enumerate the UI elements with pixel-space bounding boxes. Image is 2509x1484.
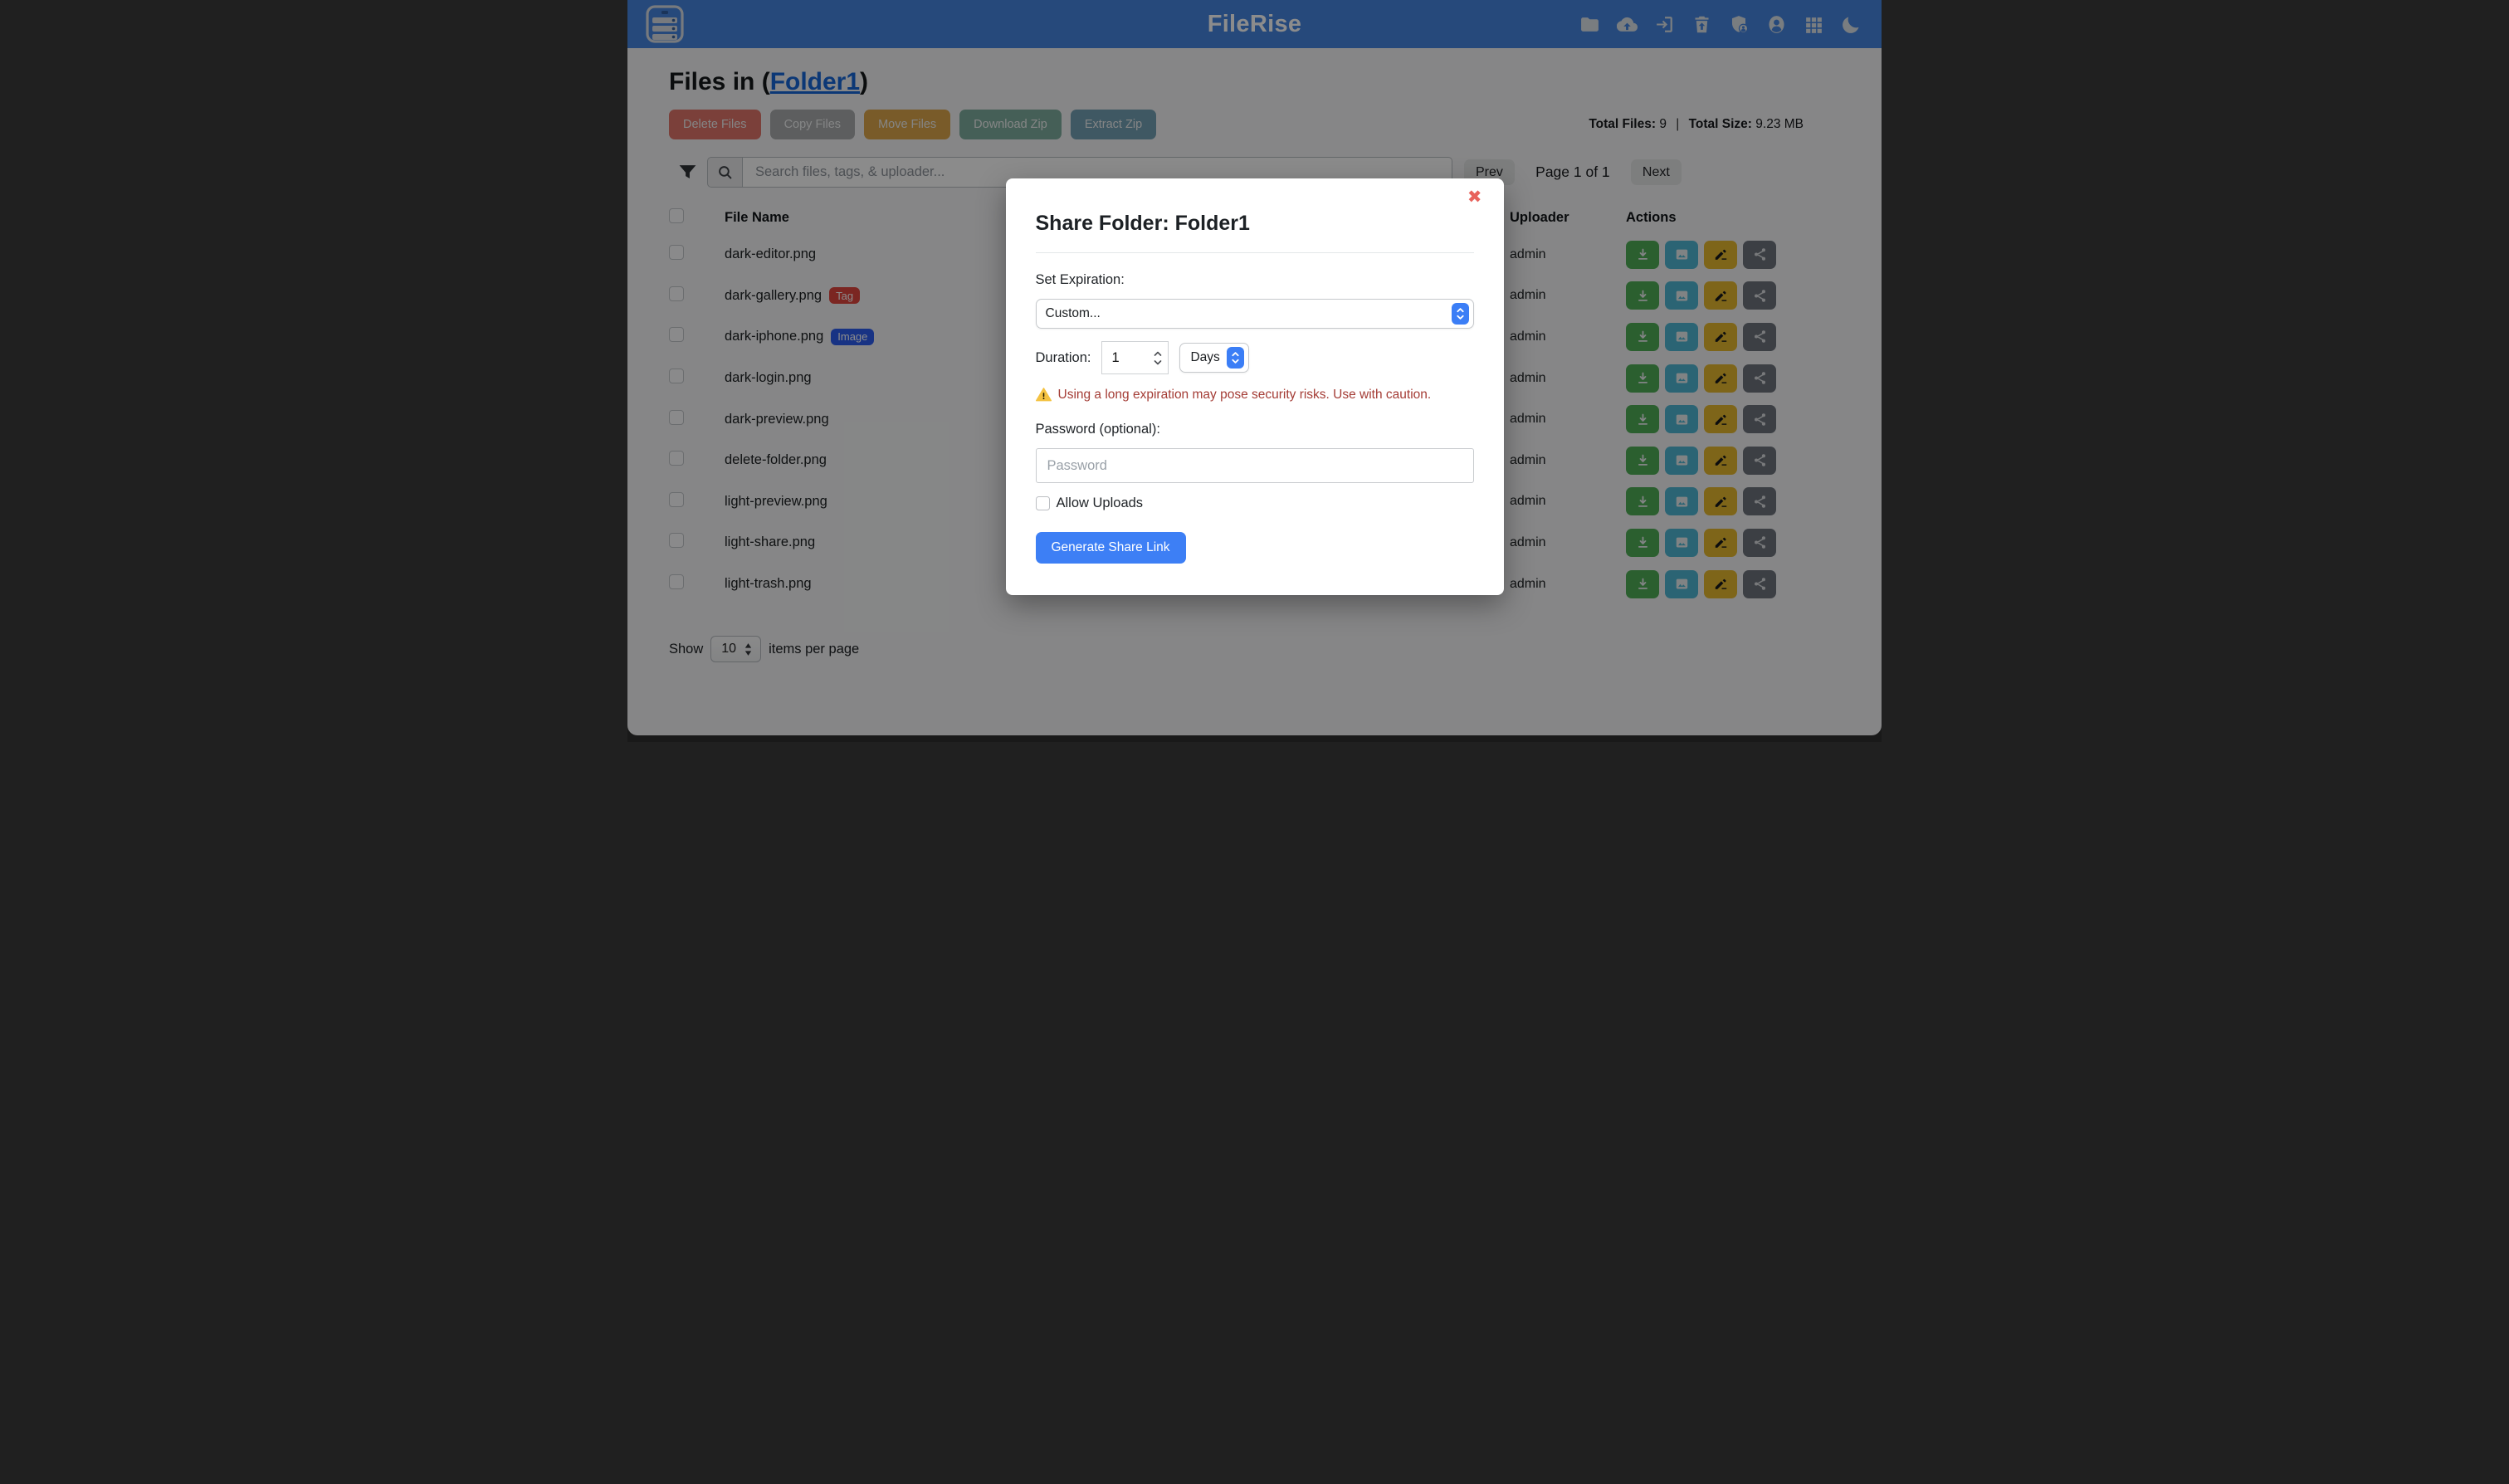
close-icon[interactable]: ✖ — [1467, 188, 1482, 206]
duration-value: 1 — [1111, 350, 1153, 366]
duration-unit-value: Days — [1190, 350, 1219, 365]
allow-uploads-row: Allow Uploads — [1036, 495, 1474, 511]
password-field[interactable] — [1036, 448, 1474, 483]
expiration-warning: Using a long expiration may pose securit… — [1036, 387, 1474, 403]
duration-unit-select[interactable]: Days — [1179, 343, 1248, 373]
duration-label: Duration: — [1036, 350, 1091, 366]
allow-uploads-checkbox[interactable] — [1036, 496, 1050, 510]
expiration-select[interactable]: Custom... — [1036, 299, 1474, 329]
generate-share-link-button[interactable]: Generate Share Link — [1036, 532, 1186, 564]
modal-divider — [1036, 252, 1474, 253]
warning-text: Using a long expiration may pose securit… — [1058, 388, 1432, 403]
expiration-value: Custom... — [1046, 306, 1101, 321]
duration-row: Duration: 1 Days — [1036, 341, 1474, 374]
expiration-label: Set Expiration: — [1036, 272, 1474, 288]
allow-uploads-label: Allow Uploads — [1057, 495, 1144, 511]
select-stepper-icon — [1452, 303, 1469, 325]
select-stepper-icon — [1227, 347, 1244, 369]
password-label: Password (optional): — [1036, 422, 1474, 437]
modal-title: Share Folder: Folder1 — [1036, 212, 1474, 236]
app-window: FileRise Files in (Folder1) Delete Files… — [627, 0, 1882, 742]
share-folder-modal: ✖ Share Folder: Folder1 Set Expiration: … — [1006, 178, 1504, 595]
duration-input[interactable]: 1 — [1101, 341, 1169, 374]
warning-triangle-icon — [1036, 387, 1052, 403]
number-spinner-icon[interactable] — [1153, 350, 1163, 366]
